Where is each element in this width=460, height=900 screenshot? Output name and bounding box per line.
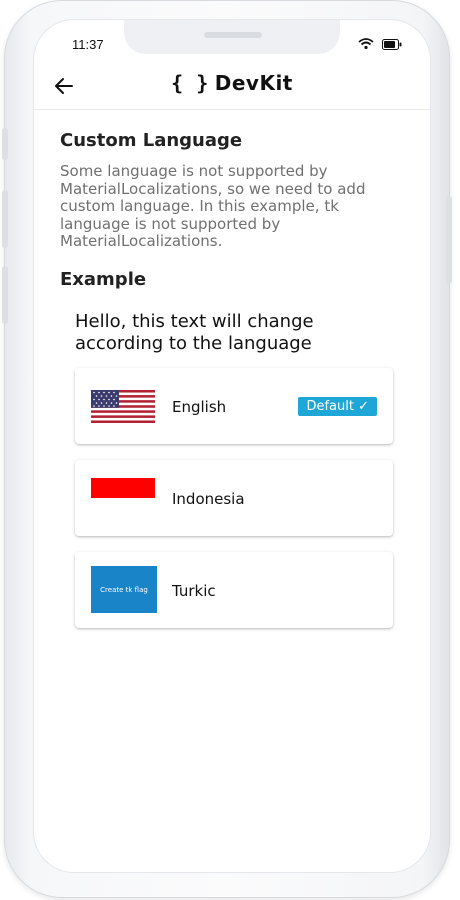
battery-icon — [382, 37, 402, 55]
hello-text: Hello, this text will change according t… — [75, 310, 314, 354]
section-title: Custom Language — [60, 130, 243, 151]
language-card-turkic[interactable]: Create tk flag Turkic — [75, 552, 393, 628]
status-time: 11:37 — [72, 37, 104, 52]
language-list: English Default ✓ Indonesia Create tk fl… — [75, 368, 393, 644]
screen: 11:37 {} DevKit Custom Language Some la… — [34, 20, 430, 872]
notch — [124, 20, 340, 54]
language-card-indonesia[interactable]: Indonesia — [75, 460, 393, 536]
tk-flag-icon: Create tk flag — [91, 566, 157, 613]
speaker — [204, 32, 262, 38]
brand-logo: { } DevKit — [34, 70, 430, 96]
language-label: Turkic — [172, 582, 216, 600]
language-label: English — [172, 398, 227, 416]
example-title: Example — [60, 268, 147, 290]
phone-frame: 11:37 {} DevKit Custom Language Some la… — [2, 0, 452, 898]
us-flag-icon — [91, 390, 155, 423]
brand-braces: { } — [171, 71, 209, 95]
silent-switch — [2, 128, 8, 160]
volume-down-button — [2, 266, 8, 324]
wifi-icon — [358, 37, 374, 55]
indonesia-flag-icon — [91, 478, 155, 518]
power-button — [446, 196, 452, 284]
content: Custom Language Some language is not sup… — [60, 130, 410, 355]
section-description: Some language is not supported by Materi… — [60, 162, 366, 250]
status-icons — [358, 37, 402, 55]
volume-up-button — [2, 190, 8, 248]
language-card-english[interactable]: English Default ✓ — [75, 368, 393, 444]
brand-name: DevKit — [214, 71, 293, 95]
default-badge: Default ✓ — [298, 397, 377, 416]
language-label: Indonesia — [172, 490, 245, 508]
app-bar: { } DevKit — [34, 64, 430, 110]
